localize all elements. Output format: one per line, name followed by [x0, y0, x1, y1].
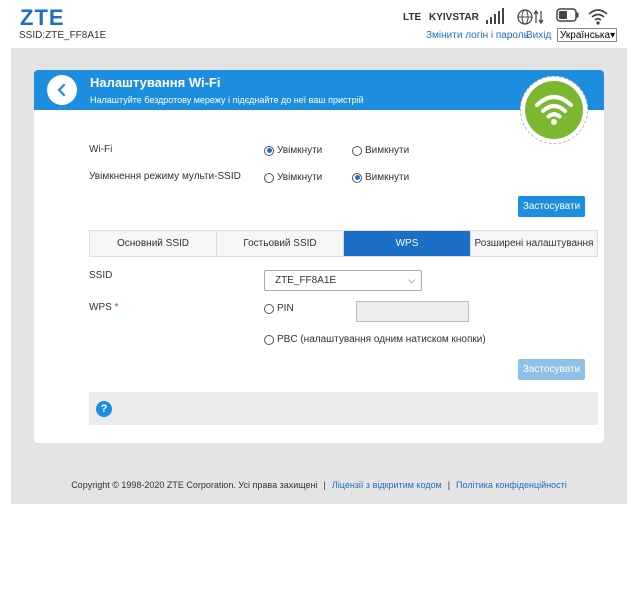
- apply-wps-button[interactable]: Застосувати: [518, 359, 585, 380]
- required-mark: *: [114, 302, 119, 313]
- pin-input[interactable]: [356, 301, 469, 322]
- radio-unchecked-icon: [264, 303, 274, 314]
- open-source-licenses-link[interactable]: Ліцензії з відкритим кодом: [332, 480, 442, 490]
- ssid-select-value: ZTE_FF8A1E: [275, 275, 337, 286]
- apply-wifi-button[interactable]: Застосувати: [518, 196, 585, 217]
- pin-option-label: PIN: [277, 303, 294, 314]
- pbc-radio[interactable]: PBC (налаштування одним натиском кнопки): [264, 334, 486, 345]
- wifi-badge: [520, 76, 588, 144]
- chevron-left-icon: [57, 83, 66, 97]
- wps-label-text: WPS: [89, 302, 112, 313]
- ssid-select[interactable]: ZTE_FF8A1E ⌵: [264, 270, 422, 291]
- privacy-policy-link[interactable]: Політика конфіденційності: [456, 480, 567, 490]
- pbc-option-label: PBC (налаштування одним натиском кнопки): [277, 334, 486, 345]
- wifi-off-label: Вимкнути: [365, 145, 410, 156]
- wps-label: WPS *: [89, 302, 118, 313]
- wifi-off-radio[interactable]: Вимкнути: [352, 145, 409, 156]
- battery-icon: [556, 8, 579, 22]
- wifi-on-label: Увімкнути: [277, 145, 323, 156]
- operator-name: KYIVSTAR: [429, 12, 479, 23]
- back-button[interactable]: [47, 75, 77, 105]
- multi-ssid-on-radio[interactable]: Увімкнути: [264, 172, 322, 183]
- radio-checked-icon: [264, 145, 274, 156]
- chevron-down-icon: ⌵: [408, 275, 415, 285]
- radio-unchecked-icon: [264, 334, 274, 345]
- ssid-label: SSID: [89, 270, 113, 281]
- logout-link[interactable]: Вихід: [526, 30, 551, 41]
- multi-ssid-off-radio[interactable]: Вимкнути: [352, 172, 409, 183]
- internet-globe-icon: [517, 9, 544, 25]
- change-login-link[interactable]: Змінити логін і пароль: [426, 30, 529, 41]
- pin-radio[interactable]: PIN: [264, 303, 294, 314]
- signal-strength-icon: [486, 8, 504, 24]
- wifi-icon: [535, 95, 573, 125]
- radio-unchecked-icon: [264, 172, 274, 183]
- tab-guest-ssid[interactable]: Гостьовий SSID: [217, 231, 344, 256]
- help-bar: [89, 392, 598, 425]
- multi-ssid-label: Увімкнення режиму мульти-SSID: [89, 171, 241, 182]
- wifi-status-icon: [588, 9, 608, 25]
- footer-separator: |: [323, 480, 326, 490]
- tab-main-ssid[interactable]: Основний SSID: [90, 231, 217, 256]
- ssid-status: SSID:ZTE_FF8A1E: [19, 30, 107, 41]
- radio-checked-icon: [352, 172, 362, 183]
- tab-advanced[interactable]: Розширені налаштування: [471, 231, 597, 256]
- language-value: Українська: [560, 29, 611, 41]
- zte-logo: ZTE: [20, 5, 65, 30]
- settings-tabs: Основний SSID Гостьовий SSID WPS Розшире…: [89, 230, 598, 257]
- footer: Copyright © 1998-2020 ZTE Corporation. У…: [0, 480, 638, 490]
- wifi-on-radio[interactable]: Увімкнути: [264, 145, 322, 156]
- network-type: LTE: [403, 12, 422, 23]
- chevron-down-icon: ▾: [610, 29, 616, 41]
- multi-off-label: Вимкнути: [365, 172, 410, 183]
- copyright-text: Copyright © 1998-2020 ZTE Corporation. У…: [71, 480, 318, 490]
- footer-separator: |: [447, 480, 451, 490]
- help-icon[interactable]: ?: [96, 401, 112, 417]
- top-bar: ZTE SSID:ZTE_FF8A1E LTE KYIVSTAR Змінити…: [0, 0, 638, 48]
- radio-unchecked-icon: [352, 145, 362, 156]
- page-title: Налаштування Wi-Fi: [90, 75, 221, 90]
- page-subtitle: Налаштуйте бездротову мережу і підєднайт…: [90, 95, 364, 105]
- wifi-label: Wi-Fi: [89, 144, 113, 155]
- tab-wps[interactable]: WPS: [344, 231, 471, 256]
- multi-on-label: Увімкнути: [277, 172, 323, 183]
- language-select[interactable]: Українська ▾: [557, 28, 617, 42]
